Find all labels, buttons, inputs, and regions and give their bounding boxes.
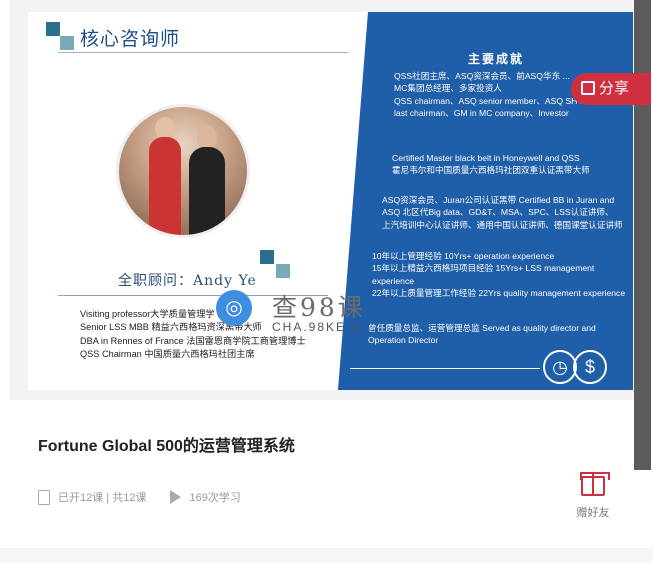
gift-button[interactable]: 赠好友 bbox=[573, 472, 613, 522]
achievement-block: QSS社团主席、ASQ资深会员、前ASQ华东 ... MC集团总经理、多家投资人… bbox=[394, 71, 598, 119]
course-card[interactable]: 核心咨询师 全职顾问：Andy Ye Visiting professor大学质… bbox=[0, 0, 653, 563]
play-icon bbox=[170, 490, 182, 504]
achievement-block: 曾任质量总监、运营管理总监 Served as quality director… bbox=[368, 323, 596, 346]
slide-title: 核心咨询师 bbox=[80, 28, 181, 50]
watermark-subtitle: CHA.98KE.C... bbox=[272, 320, 379, 334]
bottom-strip bbox=[0, 548, 653, 563]
deco-square bbox=[60, 36, 74, 50]
deco-square bbox=[46, 22, 60, 36]
share-icon bbox=[581, 81, 595, 95]
scrollbar[interactable] bbox=[634, 0, 651, 470]
share-label: 分享 bbox=[599, 80, 630, 97]
dollar-icon: $ bbox=[573, 350, 607, 384]
divider bbox=[350, 368, 540, 369]
achievement-block: 10年以上管理经验 10Yrs+ operation experience 15… bbox=[372, 251, 626, 299]
achievement-block: ASQ资深会员、Juran公司认证黑带 Certified BB in Jura… bbox=[382, 195, 623, 230]
lesson-count: 已开12课 | 共12课 bbox=[58, 492, 147, 504]
deco-square bbox=[276, 264, 290, 278]
consultant-name: 全职顾问：Andy Ye bbox=[118, 273, 257, 289]
book-icon bbox=[38, 489, 50, 505]
deco-square bbox=[260, 250, 274, 264]
achievement-block: Certified Master black belt in Honeywell… bbox=[392, 153, 590, 176]
watermark-logo-icon: ◎ bbox=[216, 290, 252, 326]
course-meta: 已开12课 | 共12课 169次学习 bbox=[38, 489, 241, 505]
gift-label: 赠好友 bbox=[576, 507, 610, 519]
achievements-heading: 主要成就 bbox=[468, 52, 525, 66]
watermark-title: 查98课 bbox=[272, 293, 366, 322]
course-title[interactable]: Fortune Global 500的运营管理系统 bbox=[38, 432, 295, 456]
consultant-photo bbox=[116, 104, 250, 238]
watermark: ◎ 查98课 CHA.98KE.C... bbox=[216, 288, 396, 340]
divider bbox=[58, 52, 348, 53]
clock-icon: ◷ bbox=[543, 350, 577, 384]
gift-icon bbox=[580, 472, 610, 496]
view-count: 169次学习 bbox=[189, 492, 241, 504]
course-banner[interactable]: 核心咨询师 全职顾问：Andy Ye Visiting professor大学质… bbox=[10, 0, 634, 400]
share-button[interactable]: 分享 bbox=[571, 73, 651, 105]
